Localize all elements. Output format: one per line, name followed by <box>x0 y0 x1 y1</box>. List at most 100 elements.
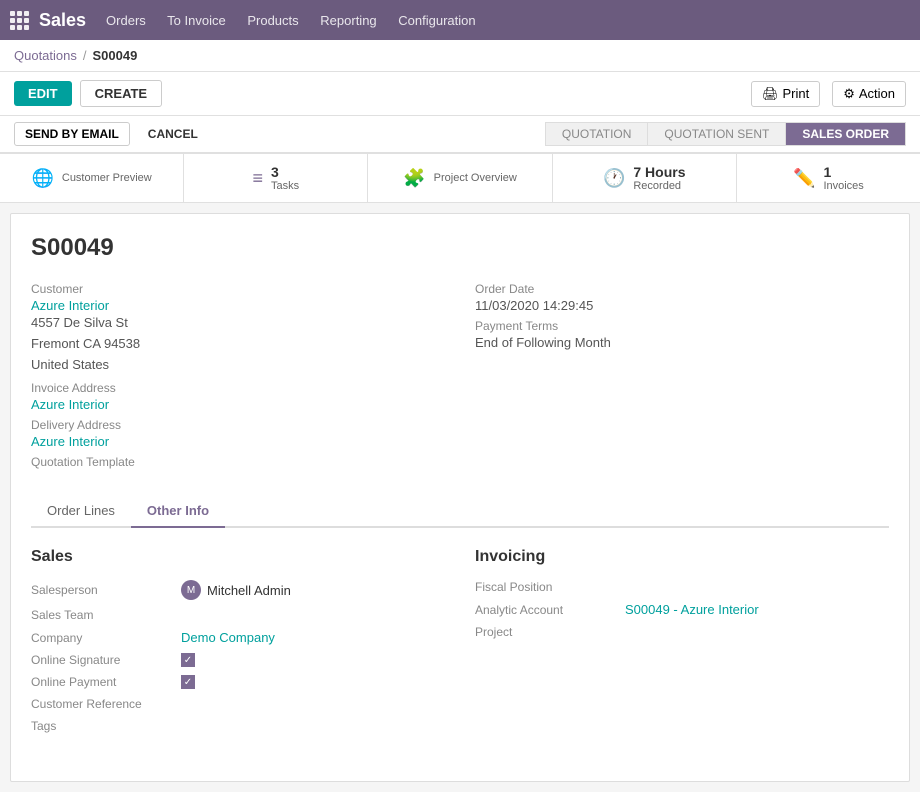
quotation-template-field: Quotation Template <box>31 455 445 469</box>
order-title: S00049 <box>31 234 889 262</box>
company-label: Company <box>31 631 181 645</box>
order-info-block: Order Date 11/03/2020 14:29:45 Payment T… <box>475 282 889 475</box>
tabs-bar: Order Lines Other Info <box>31 495 889 528</box>
delivery-address-field: Delivery Address Azure Interior <box>31 418 445 449</box>
main-content: S00049 Customer Azure Interior 4557 De S… <box>10 213 910 782</box>
online-signature-row: Online Signature ✓ <box>31 653 445 667</box>
breadcrumb: Quotations / S00049 <box>0 40 920 72</box>
invoice-address-label: Invoice Address <box>31 381 445 395</box>
stats-row: 🌐 Customer Preview ≡ 3 Tasks 🧩 Project O… <box>0 153 920 203</box>
salesperson-value: M Mitchell Admin <box>181 580 291 600</box>
action-button[interactable]: ⚙ Action <box>832 81 906 107</box>
nav-orders[interactable]: Orders <box>106 13 146 28</box>
customer-reference-row: Customer Reference <box>31 697 445 711</box>
order-date-label: Order Date <box>475 282 889 296</box>
customer-reference-label: Customer Reference <box>31 697 181 711</box>
stat-tasks-label: Tasks <box>271 180 299 192</box>
nav-to-invoice[interactable]: To Invoice <box>167 13 226 28</box>
payment-terms-value: End of Following Month <box>475 335 889 350</box>
print-icon: 🖨 <box>762 86 779 102</box>
online-signature-label: Online Signature <box>31 653 181 667</box>
online-signature-value[interactable]: ✓ <box>181 653 195 667</box>
clock-icon: 🕐 <box>603 168 625 189</box>
edit-button[interactable]: EDIT <box>14 81 72 106</box>
customer-block: Customer Azure Interior 4557 De Silva St… <box>31 282 445 475</box>
invoice-address-field: Invoice Address Azure Interior <box>31 381 445 412</box>
top-navigation: Sales Orders To Invoice Products Reporti… <box>0 0 920 40</box>
breadcrumb-current: S00049 <box>93 48 138 63</box>
print-button[interactable]: 🖨 Print <box>751 81 820 107</box>
action-bar: EDIT CREATE 🖨 Print ⚙ Action <box>0 72 920 116</box>
online-payment-checkbox[interactable]: ✓ <box>181 675 195 689</box>
project-row: Project <box>475 625 889 639</box>
order-date-value: 11/03/2020 14:29:45 <box>475 298 889 313</box>
nav-reporting[interactable]: Reporting <box>320 13 376 28</box>
invoice-address-value[interactable]: Azure Interior <box>31 397 445 412</box>
nav-products[interactable]: Products <box>247 13 298 28</box>
stat-hours-recorded[interactable]: 🕐 7 Hours Recorded <box>553 154 737 202</box>
stat-tasks[interactable]: ≡ 3 Tasks <box>184 154 368 202</box>
salesperson-row: Salesperson M Mitchell Admin <box>31 580 445 600</box>
puzzle-icon: 🧩 <box>403 168 425 189</box>
payment-terms-label: Payment Terms <box>475 319 889 333</box>
action-bar-right: 🖨 Print ⚙ Action <box>751 81 906 107</box>
sales-section-title: Sales <box>31 548 445 566</box>
customer-field: Customer Azure Interior 4557 De Silva St… <box>31 282 445 375</box>
status-sales-order[interactable]: SALES ORDER <box>785 122 906 146</box>
avatar: M <box>181 580 201 600</box>
globe-icon: 🌐 <box>31 168 53 189</box>
status-bar: QUOTATION QUOTATION SENT SALES ORDER <box>545 122 906 146</box>
stat-invoices[interactable]: ✏️ 1 Invoices <box>737 154 920 202</box>
analytic-account-label: Analytic Account <box>475 603 625 617</box>
tasks-icon: ≡ <box>252 168 263 189</box>
sub-action-bar: SEND BY EMAIL CANCEL QUOTATION QUOTATION… <box>0 116 920 153</box>
app-title: Sales <box>39 10 86 31</box>
cancel-button[interactable]: CANCEL <box>138 123 208 145</box>
stat-hours-label: Recorded <box>633 180 685 192</box>
stat-project-overview-label: Project Overview <box>434 172 517 184</box>
stat-hours-num: 7 Hours <box>633 164 685 180</box>
stat-project-overview[interactable]: 🧩 Project Overview <box>368 154 552 202</box>
sales-section: Sales Salesperson M Mitchell Admin Sales… <box>31 548 445 741</box>
tab-other-info[interactable]: Other Info <box>131 495 225 528</box>
customer-label: Customer <box>31 282 445 296</box>
create-button[interactable]: CREATE <box>80 80 162 107</box>
stat-customer-preview-label: Customer Preview <box>62 172 152 184</box>
analytic-account-row: Analytic Account S00049 - Azure Interior <box>475 602 889 617</box>
stat-invoices-num: 1 <box>823 164 863 180</box>
breadcrumb-parent[interactable]: Quotations <box>14 48 77 63</box>
status-quotation[interactable]: QUOTATION <box>545 122 649 146</box>
order-date-field: Order Date 11/03/2020 14:29:45 <box>475 282 889 313</box>
fiscal-position-row: Fiscal Position <box>475 580 889 594</box>
delivery-address-value[interactable]: Azure Interior <box>31 434 445 449</box>
invoicing-section: Invoicing Fiscal Position Analytic Accou… <box>475 548 889 741</box>
sales-team-row: Sales Team <box>31 608 445 622</box>
form-grid: Customer Azure Interior 4557 De Silva St… <box>31 282 889 475</box>
main-nav: Orders To Invoice Products Reporting Con… <box>106 13 494 28</box>
gear-icon: ⚙ <box>843 86 855 102</box>
customer-address: 4557 De Silva StFremont CA 94538United S… <box>31 313 445 375</box>
analytic-account-value[interactable]: S00049 - Azure Interior <box>625 602 759 617</box>
breadcrumb-separator: / <box>83 48 87 63</box>
apps-icon[interactable] <box>10 11 29 30</box>
invoice-icon: ✏️ <box>793 168 815 189</box>
status-quotation-sent[interactable]: QUOTATION SENT <box>647 122 786 146</box>
online-payment-value[interactable]: ✓ <box>181 675 195 689</box>
delivery-address-label: Delivery Address <box>31 418 445 432</box>
send-by-email-button[interactable]: SEND BY EMAIL <box>14 122 130 146</box>
customer-value[interactable]: Azure Interior <box>31 298 445 313</box>
sales-team-label: Sales Team <box>31 608 181 622</box>
tags-row: Tags <box>31 719 445 733</box>
tab-order-lines[interactable]: Order Lines <box>31 495 131 528</box>
company-row: Company Demo Company <box>31 630 445 645</box>
tags-label: Tags <box>31 719 181 733</box>
quotation-template-label: Quotation Template <box>31 455 445 469</box>
company-value[interactable]: Demo Company <box>181 630 275 645</box>
online-payment-label: Online Payment <box>31 675 181 689</box>
stat-tasks-num: 3 <box>271 164 299 180</box>
nav-configuration[interactable]: Configuration <box>398 13 475 28</box>
tab-content-other-info: Sales Salesperson M Mitchell Admin Sales… <box>31 528 889 761</box>
online-signature-checkbox[interactable]: ✓ <box>181 653 195 667</box>
stat-customer-preview[interactable]: 🌐 Customer Preview <box>0 154 184 202</box>
project-label: Project <box>475 625 625 639</box>
